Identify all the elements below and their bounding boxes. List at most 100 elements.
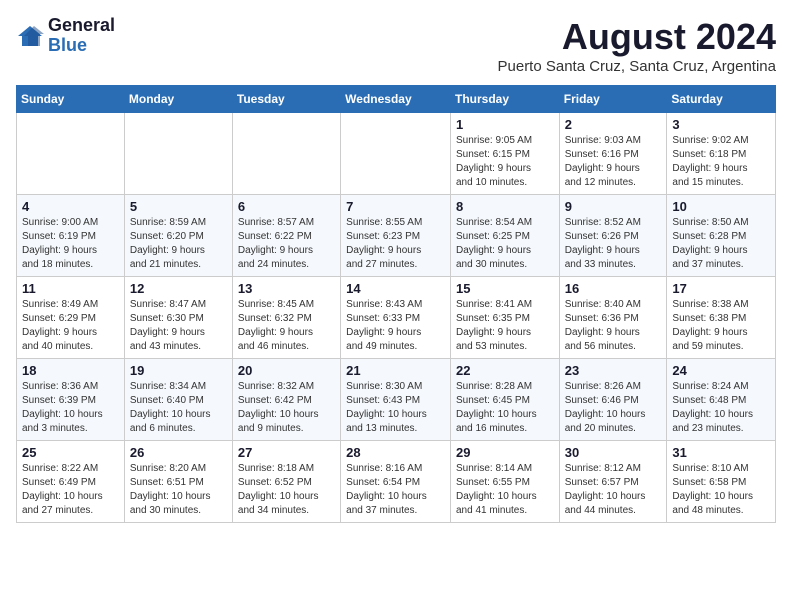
day-info: Sunrise: 8:45 AM Sunset: 6:32 PM Dayligh…	[238, 298, 335, 354]
calendar-cell: 30 Sunrise: 8:12 AM Sunset: 6:57 PM Dayli…	[559, 441, 667, 523]
day-info: Sunrise: 8:41 AM Sunset: 6:35 PM Dayligh…	[456, 298, 554, 354]
calendar-cell: 2Sunrise: 9:03 AM Sunset: 6:16 PM Daylig…	[559, 113, 667, 195]
calendar-header: SundayMondayTuesdayWednesdayThursdayFrid…	[17, 86, 776, 113]
day-number: 22	[456, 363, 554, 378]
day-number: 7	[346, 199, 445, 214]
calendar-cell: 14 Sunrise: 8:43 AM Sunset: 6:33 PM Dayli…	[341, 277, 451, 359]
day-number: 8	[456, 199, 554, 214]
day-info: Sunrise: 8:57 AM Sunset: 6:22 PM Dayligh…	[238, 216, 335, 272]
day-info: Sunrise: 8:22 AM Sunset: 6:49 PM Dayligh…	[22, 462, 119, 518]
calendar-cell	[232, 113, 340, 195]
day-info: Sunrise: 8:49 AM Sunset: 6:29 PM Dayligh…	[22, 298, 119, 354]
day-number: 11	[22, 281, 119, 296]
logo-icon	[16, 22, 44, 50]
logo-line2: Blue	[48, 36, 115, 56]
day-info: Sunrise: 8:26 AM Sunset: 6:46 PM Dayligh…	[565, 380, 662, 436]
day-number: 26	[130, 445, 227, 460]
calendar-cell: 28 Sunrise: 8:16 AM Sunset: 6:54 PM Dayli…	[341, 441, 451, 523]
calendar-cell: 25 Sunrise: 8:22 AM Sunset: 6:49 PM Dayli…	[17, 441, 125, 523]
header-cell-sunday: Sunday	[17, 86, 125, 113]
calendar-cell: 27Sunrise: 8:18 AM Sunset: 6:52 PM Dayli…	[232, 441, 340, 523]
calendar-cell	[17, 113, 125, 195]
week-row-0: 1 Sunrise: 9:05 AM Sunset: 6:15 PM Daylig…	[17, 113, 776, 195]
day-number: 20	[238, 363, 335, 378]
day-number: 25	[22, 445, 119, 460]
calendar-cell: 23 Sunrise: 8:26 AM Sunset: 6:46 PM Dayli…	[559, 359, 667, 441]
day-number: 30	[565, 445, 662, 460]
calendar-cell: 19Sunrise: 8:34 AM Sunset: 6:40 PM Dayli…	[124, 359, 232, 441]
calendar-cell: 13 Sunrise: 8:45 AM Sunset: 6:32 PM Dayli…	[232, 277, 340, 359]
header-cell-wednesday: Wednesday	[341, 86, 451, 113]
day-info: Sunrise: 9:05 AM Sunset: 6:15 PM Dayligh…	[456, 134, 554, 190]
day-number: 3	[672, 117, 770, 132]
calendar-cell: 21 Sunrise: 8:30 AM Sunset: 6:43 PM Dayli…	[341, 359, 451, 441]
calendar-cell: 15 Sunrise: 8:41 AM Sunset: 6:35 PM Dayli…	[450, 277, 559, 359]
calendar-cell	[341, 113, 451, 195]
day-info: Sunrise: 8:55 AM Sunset: 6:23 PM Dayligh…	[346, 216, 445, 272]
day-info: Sunrise: 8:34 AM Sunset: 6:40 PM Dayligh…	[130, 380, 227, 436]
day-info: Sunrise: 8:47 AM Sunset: 6:30 PM Dayligh…	[130, 298, 227, 354]
day-number: 10	[672, 199, 770, 214]
day-info: Sunrise: 8:16 AM Sunset: 6:54 PM Dayligh…	[346, 462, 445, 518]
header-row: SundayMondayTuesdayWednesdayThursdayFrid…	[17, 86, 776, 113]
calendar-cell: 31Sunrise: 8:10 AM Sunset: 6:58 PM Dayli…	[667, 441, 776, 523]
day-info: Sunrise: 8:10 AM Sunset: 6:58 PM Dayligh…	[672, 462, 770, 518]
calendar-subtitle: Puerto Santa Cruz, Santa Cruz, Argentina	[498, 58, 777, 75]
day-number: 5	[130, 199, 227, 214]
calendar-table: SundayMondayTuesdayWednesdayThursdayFrid…	[16, 85, 776, 523]
day-info: Sunrise: 8:24 AM Sunset: 6:48 PM Dayligh…	[672, 380, 770, 436]
calendar-cell: 3 Sunrise: 9:02 AM Sunset: 6:18 PM Daylig…	[667, 113, 776, 195]
day-info: Sunrise: 9:00 AM Sunset: 6:19 PM Dayligh…	[22, 216, 119, 272]
day-number: 29	[456, 445, 554, 460]
header-cell-thursday: Thursday	[450, 86, 559, 113]
calendar-cell: 1 Sunrise: 9:05 AM Sunset: 6:15 PM Daylig…	[450, 113, 559, 195]
day-info: Sunrise: 8:40 AM Sunset: 6:36 PM Dayligh…	[565, 298, 662, 354]
day-info: Sunrise: 8:36 AM Sunset: 6:39 PM Dayligh…	[22, 380, 119, 436]
day-number: 17	[672, 281, 770, 296]
day-number: 16	[565, 281, 662, 296]
week-row-2: 11 Sunrise: 8:49 AM Sunset: 6:29 PM Dayli…	[17, 277, 776, 359]
calendar-cell: 17Sunrise: 8:38 AM Sunset: 6:38 PM Dayli…	[667, 277, 776, 359]
day-info: Sunrise: 8:20 AM Sunset: 6:51 PM Dayligh…	[130, 462, 227, 518]
day-number: 1	[456, 117, 554, 132]
day-number: 4	[22, 199, 119, 214]
calendar-cell: 22 Sunrise: 8:28 AM Sunset: 6:45 PM Dayli…	[450, 359, 559, 441]
day-number: 12	[130, 281, 227, 296]
calendar-cell: 9Sunrise: 8:52 AM Sunset: 6:26 PM Daylig…	[559, 195, 667, 277]
day-number: 23	[565, 363, 662, 378]
day-number: 13	[238, 281, 335, 296]
day-info: Sunrise: 8:43 AM Sunset: 6:33 PM Dayligh…	[346, 298, 445, 354]
logo: General Blue	[16, 16, 115, 56]
calendar-cell: 20 Sunrise: 8:32 AM Sunset: 6:42 PM Dayli…	[232, 359, 340, 441]
day-info: Sunrise: 8:12 AM Sunset: 6:57 PM Dayligh…	[565, 462, 662, 518]
day-info: Sunrise: 9:03 AM Sunset: 6:16 PM Dayligh…	[565, 134, 662, 190]
calendar-cell: 11 Sunrise: 8:49 AM Sunset: 6:29 PM Dayli…	[17, 277, 125, 359]
day-number: 9	[565, 199, 662, 214]
day-info: Sunrise: 8:28 AM Sunset: 6:45 PM Dayligh…	[456, 380, 554, 436]
day-info: Sunrise: 9:02 AM Sunset: 6:18 PM Dayligh…	[672, 134, 770, 190]
day-info: Sunrise: 8:54 AM Sunset: 6:25 PM Dayligh…	[456, 216, 554, 272]
day-number: 15	[456, 281, 554, 296]
calendar-cell: 4 Sunrise: 9:00 AM Sunset: 6:19 PM Daylig…	[17, 195, 125, 277]
day-number: 24	[672, 363, 770, 378]
day-number: 28	[346, 445, 445, 460]
header-cell-tuesday: Tuesday	[232, 86, 340, 113]
calendar-cell: 7 Sunrise: 8:55 AM Sunset: 6:23 PM Daylig…	[341, 195, 451, 277]
calendar-title: August 2024	[498, 16, 777, 58]
day-info: Sunrise: 8:30 AM Sunset: 6:43 PM Dayligh…	[346, 380, 445, 436]
week-row-3: 18 Sunrise: 8:36 AM Sunset: 6:39 PM Dayli…	[17, 359, 776, 441]
week-row-1: 4 Sunrise: 9:00 AM Sunset: 6:19 PM Daylig…	[17, 195, 776, 277]
calendar-cell: 12 Sunrise: 8:47 AM Sunset: 6:30 PM Dayli…	[124, 277, 232, 359]
day-number: 27	[238, 445, 335, 460]
day-info: Sunrise: 8:32 AM Sunset: 6:42 PM Dayligh…	[238, 380, 335, 436]
calendar-cell: 26 Sunrise: 8:20 AM Sunset: 6:51 PM Dayli…	[124, 441, 232, 523]
header: General Blue August 2024 Puerto Santa Cr…	[16, 16, 776, 75]
day-number: 18	[22, 363, 119, 378]
day-info: Sunrise: 8:50 AM Sunset: 6:28 PM Dayligh…	[672, 216, 770, 272]
day-number: 21	[346, 363, 445, 378]
calendar-cell: 5 Sunrise: 8:59 AM Sunset: 6:20 PM Daylig…	[124, 195, 232, 277]
header-cell-friday: Friday	[559, 86, 667, 113]
day-info: Sunrise: 8:59 AM Sunset: 6:20 PM Dayligh…	[130, 216, 227, 272]
logo-line1: General	[48, 16, 115, 36]
day-number: 14	[346, 281, 445, 296]
